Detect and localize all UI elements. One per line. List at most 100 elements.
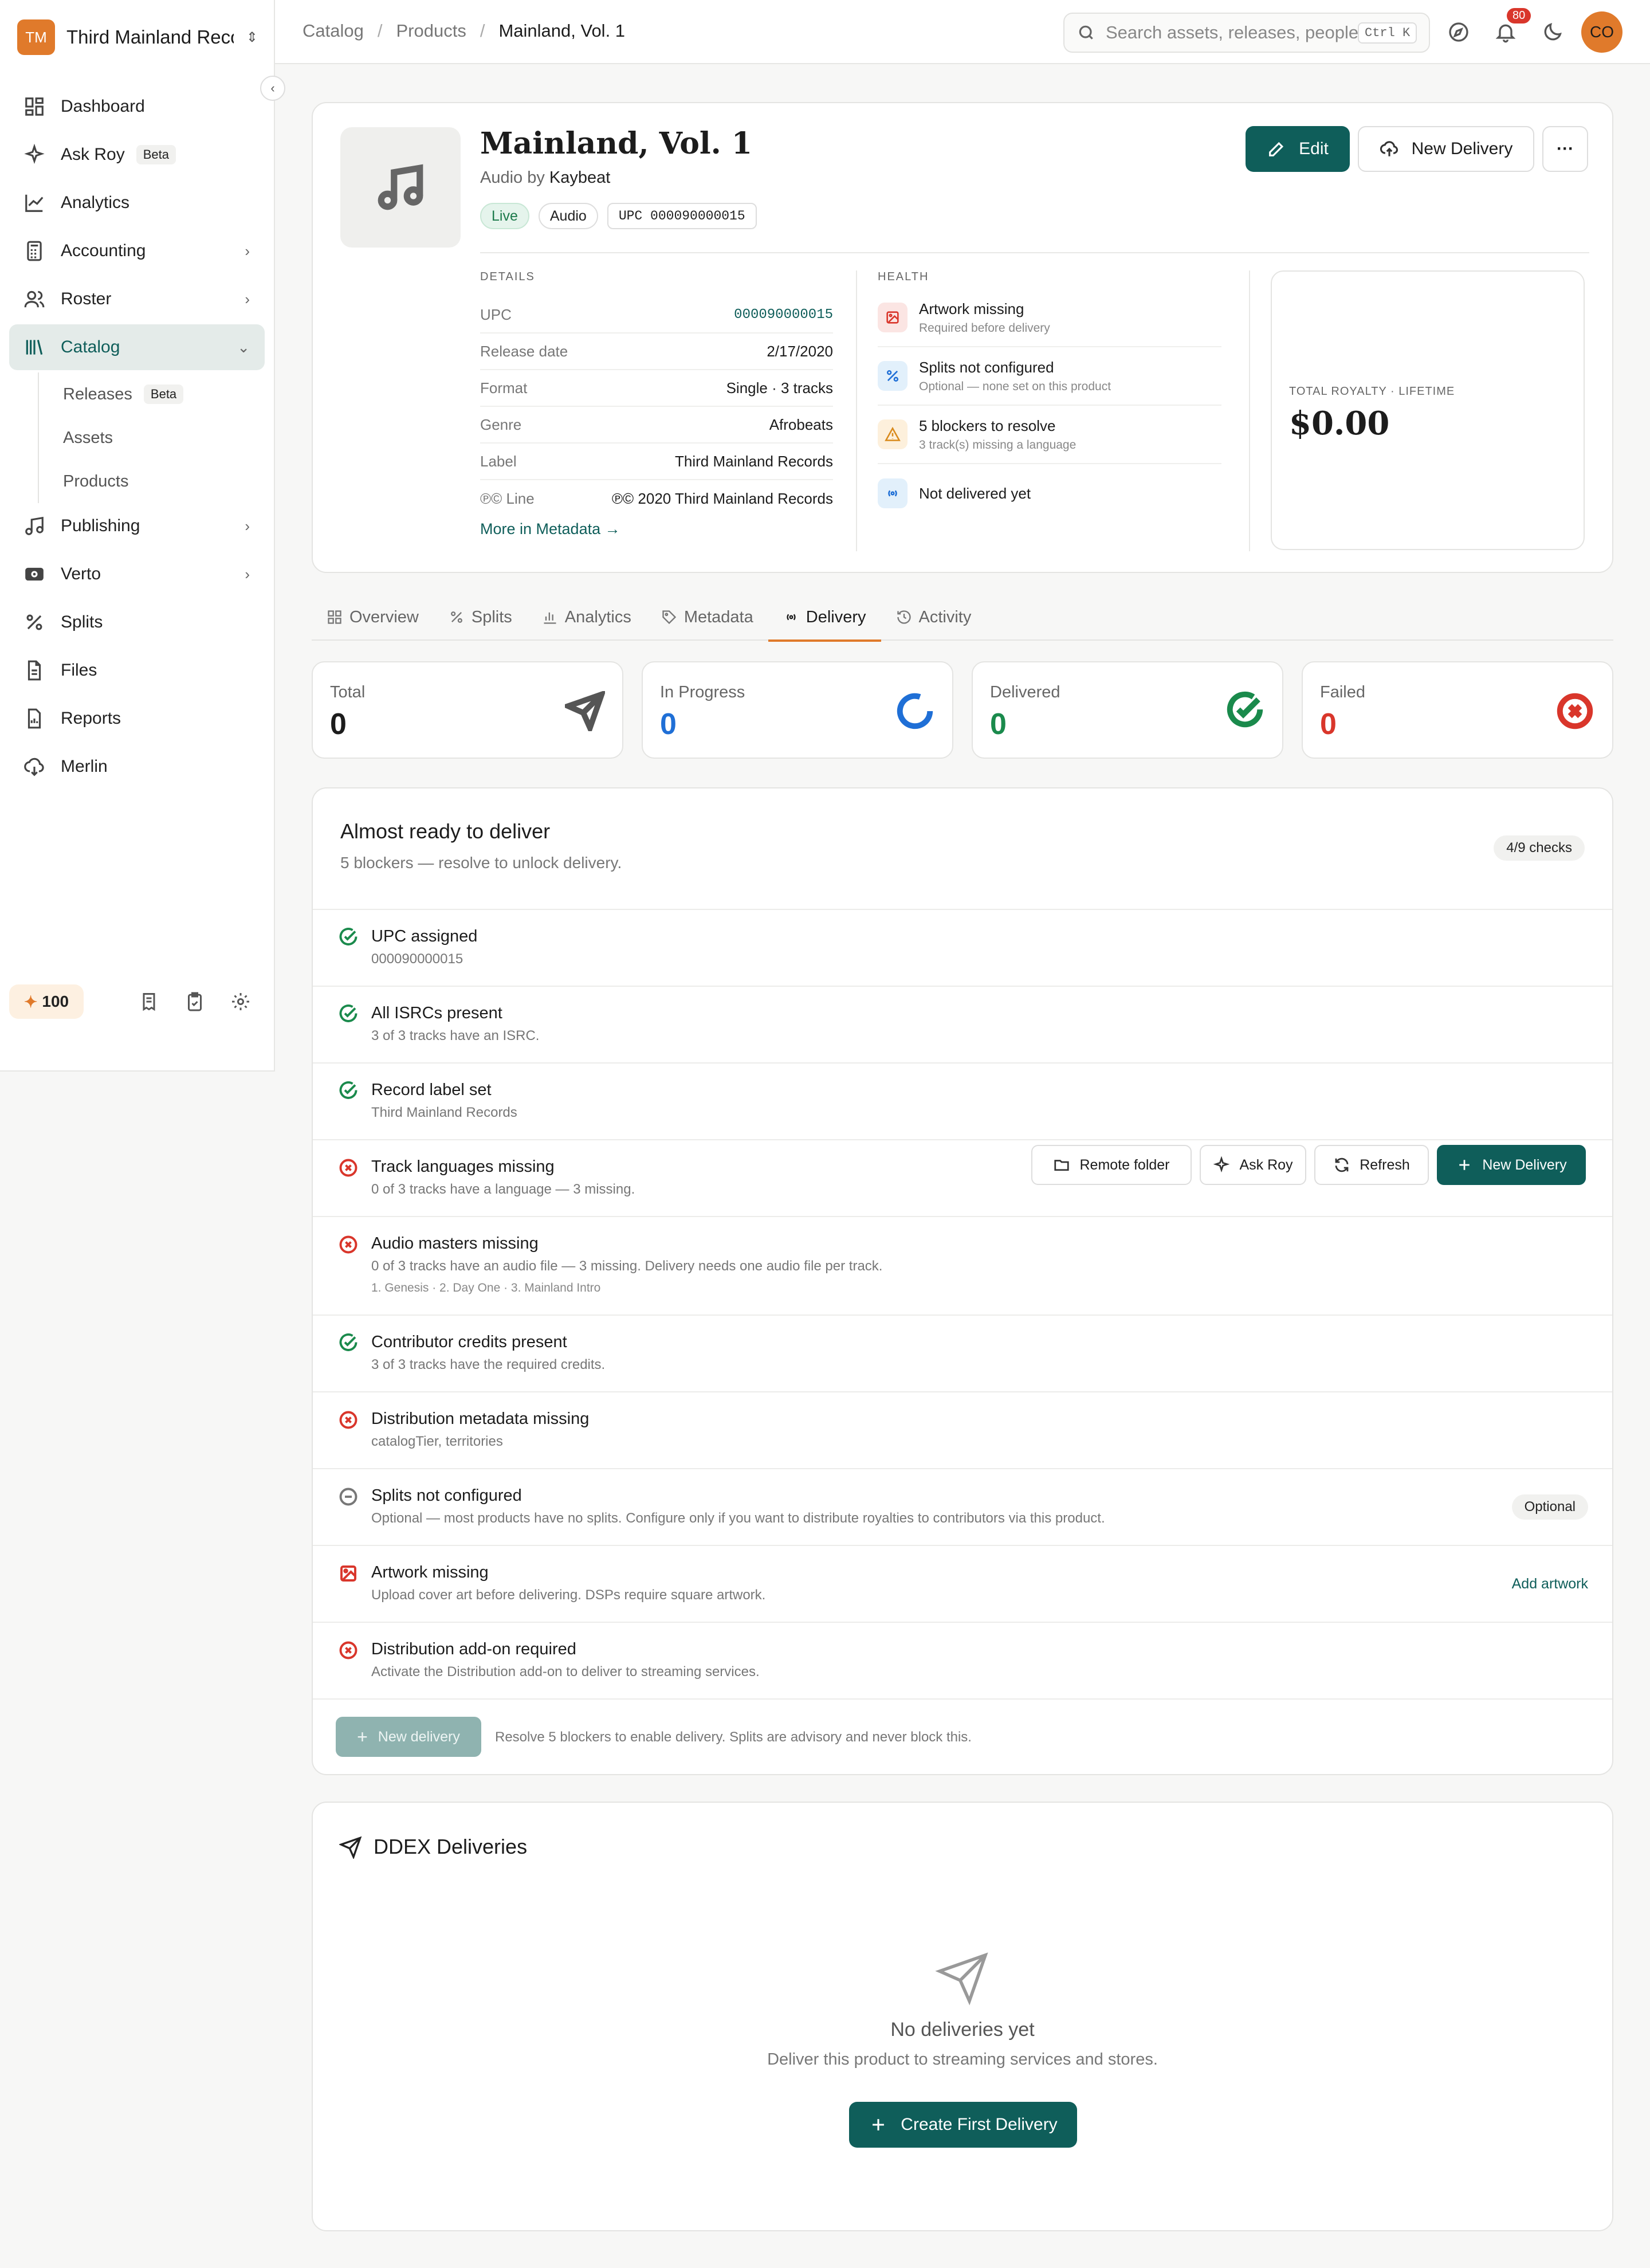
sidebar-item-label: Catalog [61,338,120,356]
settings-gear-icon[interactable] [227,988,254,1015]
line-chart-icon [23,191,46,214]
tab-label: Metadata [683,607,753,626]
details-heading: DETAILS [480,270,535,283]
receipt-icon[interactable] [135,988,163,1015]
plus-icon [1459,1160,1470,1170]
tab-label: Analytics [564,607,631,626]
health-item-artwork[interactable]: Artwork missing Required before delivery [878,289,1221,347]
search-input[interactable] [1106,22,1358,43]
breadcrumb-current: Mainland, Vol. 1 [498,21,626,41]
new-delivery-button[interactable]: New Delivery [1358,126,1534,172]
checklist-row: Audio masters missing 0 of 3 tracks have … [313,1216,1612,1315]
royalty-value: $0.00 [1289,405,1390,442]
detail-row-genre: Genre Afrobeats [480,407,833,444]
checklist-row: Splits not configured Optional — most pro… [313,1468,1612,1545]
sidebar-item-label: Splits [61,613,103,631]
sparkle-icon [1213,1156,1230,1173]
sidebar-item-accounting[interactable]: Accounting › [9,228,265,274]
empty-state: No deliveries yet Deliver this product t… [313,1951,1612,2069]
sidebar-subitem-assets[interactable]: Assets [63,416,265,460]
breadcrumb-separator: / [480,21,485,41]
minus-circle-icon [338,1486,359,1507]
sidebar-item-ask-roy[interactable]: Ask Roy Beta [9,132,265,178]
tag-icon [662,610,676,625]
health-item-splits[interactable]: Splits not configured Optional — none set… [878,347,1221,406]
sidebar-item-files[interactable]: Files [9,648,265,693]
checklist-row: All ISRCs present 3 of 3 tracks have an I… [313,986,1612,1062]
broadcast-icon [787,614,796,621]
percent-icon [878,361,907,391]
sidebar-item-catalog[interactable]: Catalog ⌄ [9,324,265,370]
sidebar-item-analytics[interactable]: Analytics [9,180,265,226]
product-header-card: Mainland, Vol. 1 Audio by Kaybeat Live Au… [312,102,1613,573]
workspace-switcher[interactable]: TM Third Mainland Reco... ⇕ [17,18,258,56]
breadcrumb-catalog[interactable]: Catalog [302,21,364,41]
top-bar: Catalog / Products / Mainland, Vol. 1 Ct… [275,0,1650,64]
sidebar-item-publishing[interactable]: Publishing › [9,503,265,549]
health-item-blockers[interactable]: 5 blockers to resolve 3 track(s) missing … [878,406,1221,464]
compass-icon[interactable] [1443,16,1475,48]
check-title: Record label set [371,1081,492,1099]
more-actions-button[interactable]: ··· [1542,126,1588,172]
file-icon [23,659,46,682]
sidebar-item-verto[interactable]: Verto › [9,551,265,597]
sidebar-item-label: Analytics [61,193,130,212]
sidebar-item-reports[interactable]: Reports [9,696,265,741]
health-item-delivery[interactable]: Not delivered yet [878,464,1221,523]
new-delivery-disabled-button[interactable]: + New delivery [336,1717,481,1757]
more-in-metadata-link[interactable]: More in Metadata → [480,520,620,538]
remote-folder-button[interactable]: Remote folder [1031,1145,1192,1185]
clipboard-check-icon[interactable] [181,988,209,1015]
spinner-icon [895,691,935,731]
sidebar: TM Third Mainland Reco... ⇕ ‹ Dashboard … [0,0,285,1072]
tab-metadata[interactable]: Metadata [646,594,768,641]
grid-icon [23,95,46,118]
ddex-new-delivery-button[interactable]: New Delivery [1437,1145,1586,1185]
sidebar-item-dashboard[interactable]: Dashboard [9,84,265,130]
check-detail: 3 of 3 tracks have the required credits. [371,1357,606,1372]
tab-splits[interactable]: Splits [434,594,527,641]
avatar[interactable]: CO [1581,11,1622,53]
ask-roy-button[interactable]: Ask Roy [1200,1145,1306,1185]
stat-value: 0 [990,708,1007,741]
credits-count: 100 [42,992,69,1010]
tab-delivery[interactable]: Delivery [768,594,881,642]
x-circle-icon [338,1640,359,1661]
checklist-row: Record label set Third Mainland Records [313,1062,1612,1139]
global-search[interactable]: Ctrl K [1063,13,1430,53]
sidebar-subitem-releases[interactable]: Releases Beta [63,372,265,416]
tab-analytics[interactable]: Analytics [527,594,646,641]
button-label: Refresh [1360,1156,1410,1173]
upc-link[interactable]: 000090000015 [734,307,833,323]
refresh-button[interactable]: Refresh [1314,1145,1429,1185]
x-circle-icon [1555,691,1595,731]
edit-button[interactable]: Edit [1246,126,1350,172]
detail-value: Afrobeats [769,415,833,433]
artist-link[interactable]: Kaybeat [549,168,610,187]
moon-icon[interactable] [1537,16,1569,48]
create-first-delivery-button[interactable]: Create First Delivery [849,2102,1077,2148]
stat-value: 0 [1320,708,1337,741]
sidebar-item-splits[interactable]: Splits [9,599,265,645]
stat-total: Total 0 [312,661,623,759]
music-note-icon [378,164,423,210]
breadcrumb: Catalog / Products / Mainland, Vol. 1 [302,21,625,41]
credits-badge[interactable]: ✦ 100 [9,984,84,1019]
beta-badge: Beta [143,384,184,404]
cloud-download-icon [23,755,46,778]
notifications-button[interactable]: 80 [1490,8,1531,48]
tab-activity[interactable]: Activity [881,594,987,641]
calculator-icon [23,240,46,262]
status-badge: Live [480,203,529,229]
tab-overview[interactable]: Overview [312,594,434,641]
warning-icon [878,419,907,449]
sidebar-item-roster[interactable]: Roster › [9,276,265,322]
add-artwork-link[interactable]: Add artwork [1512,1576,1588,1592]
workspace-name: Third Mainland Reco... [66,26,234,48]
catalog-subnav: Releases Beta Assets Products [38,372,265,503]
divider [480,252,1589,253]
sidebar-item-merlin[interactable]: Merlin [9,744,265,790]
sidebar-subitem-products[interactable]: Products [63,460,265,503]
breadcrumb-products[interactable]: Products [396,21,466,41]
divider [1249,270,1250,551]
